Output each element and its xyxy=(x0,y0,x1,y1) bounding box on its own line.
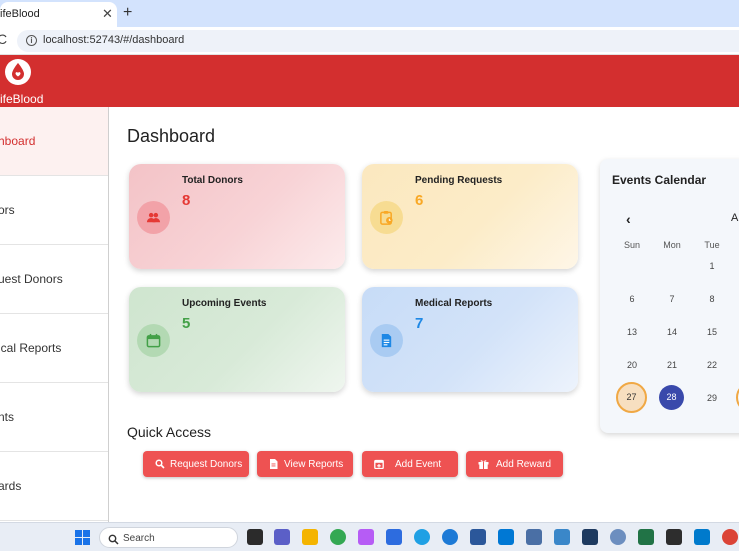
qbittorrent-icon[interactable] xyxy=(610,529,626,545)
app-brand-name: ifeBlood xyxy=(0,92,44,106)
calendar-day[interactable]: 20 xyxy=(617,360,647,370)
calendar-plus-icon xyxy=(374,459,384,472)
taskbar-search[interactable]: Search xyxy=(99,527,238,548)
weekday-header: Sun xyxy=(623,240,640,250)
calendar-day[interactable]: 15 xyxy=(697,327,727,337)
terminal-icon[interactable] xyxy=(666,529,682,545)
address-bar-row: C i localhost:52743/#/dashboard xyxy=(0,27,739,55)
word-icon[interactable] xyxy=(470,529,486,545)
clipboard-clock-icon xyxy=(370,201,403,234)
calendar-day-selected[interactable]: 27 xyxy=(616,382,647,413)
app-icon[interactable] xyxy=(582,529,598,545)
store-icon[interactable] xyxy=(386,529,402,545)
stat-card-total-donors[interactable]: Total Donors 8 xyxy=(129,164,345,269)
chevron-left-icon[interactable]: ‹ xyxy=(626,211,631,227)
request-donors-button[interactable]: Request Donors xyxy=(143,451,249,477)
stat-card-medical-reports[interactable]: Medical Reports 7 xyxy=(362,287,578,392)
sidebar-item-rewards[interactable]: ards xyxy=(0,452,108,521)
stat-card-value: 8 xyxy=(182,192,191,209)
photos-icon[interactable] xyxy=(554,529,570,545)
edge-icon[interactable] xyxy=(414,529,430,545)
excel-icon[interactable] xyxy=(638,529,654,545)
windows-start-icon[interactable] xyxy=(75,530,90,545)
stat-card-value: 5 xyxy=(182,315,191,332)
reload-icon[interactable]: C xyxy=(0,31,7,47)
sidebar-item-medical-reports[interactable]: ical Reports xyxy=(0,314,108,383)
sidebar-item-label: uest Donors xyxy=(0,272,63,286)
stat-card-label: Pending Requests xyxy=(415,175,503,186)
document-icon xyxy=(370,324,403,357)
stat-card-label: Total Donors xyxy=(182,175,243,186)
app-header: ifeBlood xyxy=(0,55,739,107)
calendar-month-label: Ap xyxy=(731,212,739,224)
calendar-title: Events Calendar xyxy=(612,173,707,187)
blood-drop-logo-icon xyxy=(5,59,31,85)
address-bar[interactable]: i localhost:52743/#/dashboard xyxy=(17,30,739,52)
chrome-active-icon[interactable] xyxy=(722,529,738,545)
stat-card-label: Upcoming Events xyxy=(182,298,267,309)
calendar-day[interactable]: 1 xyxy=(697,261,727,271)
weekday-header: Mon xyxy=(663,240,681,250)
stat-card-value: 6 xyxy=(415,192,424,209)
weekday-header: Tue xyxy=(704,240,720,250)
view-reports-button[interactable]: View Reports xyxy=(257,451,353,477)
browser-tab-title: ifeBlood xyxy=(0,8,40,20)
add-reward-label: Add Reward xyxy=(496,459,552,470)
teams-icon[interactable] xyxy=(274,529,290,545)
add-event-button[interactable]: Add Event xyxy=(362,451,458,477)
stat-card-upcoming-events[interactable]: Upcoming Events 5 xyxy=(129,287,345,392)
events-calendar: Events Calendar ‹ Ap Sun Mon Tue 1 6 7 8… xyxy=(600,159,739,433)
calendar-day[interactable]: 29 xyxy=(697,393,727,403)
calendar-day[interactable]: 6 xyxy=(617,294,647,304)
sidebar-item-request-donors[interactable]: uest Donors xyxy=(0,245,108,314)
calendar-day-today[interactable]: 28 xyxy=(659,385,684,410)
people-icon xyxy=(137,201,170,234)
chrome-icon[interactable] xyxy=(330,529,346,545)
stat-card-pending-requests[interactable]: Pending Requests 6 xyxy=(362,164,578,269)
url-text[interactable]: localhost:52743/#/dashboard xyxy=(43,34,184,46)
request-donors-label: Request Donors xyxy=(170,459,243,470)
gift-icon xyxy=(478,459,489,472)
new-tab-button[interactable]: + xyxy=(123,4,132,22)
copilot-icon[interactable] xyxy=(358,529,374,545)
calendar-day[interactable]: 13 xyxy=(617,327,647,337)
calendar-icon xyxy=(137,324,170,357)
vscode-icon[interactable] xyxy=(694,529,710,545)
sidebar-item-events[interactable]: nts xyxy=(0,383,108,452)
calendar-day[interactable]: 8 xyxy=(697,294,727,304)
sidebar-item-dashboard[interactable]: hboard xyxy=(0,107,108,176)
sidebar-item-label: ors xyxy=(0,203,15,217)
search-icon xyxy=(155,459,165,472)
site-info-icon[interactable]: i xyxy=(26,35,37,46)
sidebar-item-label: nts xyxy=(0,410,15,424)
stat-card-label: Medical Reports xyxy=(415,298,493,309)
stat-card-value: 7 xyxy=(415,315,424,332)
sidebar-item-label: hboard xyxy=(0,134,36,148)
calendar-day[interactable]: 21 xyxy=(657,360,687,370)
notepad-icon[interactable] xyxy=(526,529,542,545)
taskbar-search-placeholder: Search xyxy=(123,533,155,544)
quick-access-title: Quick Access xyxy=(127,424,212,440)
search-icon xyxy=(108,532,119,550)
sidebar-item-donors[interactable]: ors xyxy=(0,176,108,245)
sidebar: hboard ors uest Donors ical Reports nts … xyxy=(0,107,109,522)
calendar-day[interactable]: 22 xyxy=(697,360,727,370)
browser-tab-strip: ifeBlood ✕ + xyxy=(0,0,739,27)
windows-taskbar: Search xyxy=(0,522,739,551)
add-reward-button[interactable]: Add Reward xyxy=(466,451,563,477)
view-reports-label: View Reports xyxy=(284,459,344,470)
page-title: Dashboard xyxy=(127,126,216,146)
calendar-day[interactable]: 14 xyxy=(657,327,687,337)
defender-icon[interactable] xyxy=(498,529,514,545)
browser-tab[interactable]: ifeBlood ✕ xyxy=(0,2,117,27)
edge-dev-icon[interactable] xyxy=(442,529,458,545)
file-explorer-icon[interactable] xyxy=(302,529,318,545)
close-tab-icon[interactable]: ✕ xyxy=(102,6,113,22)
document-icon xyxy=(269,459,278,472)
sidebar-item-label: ical Reports xyxy=(0,341,62,355)
sidebar-item-label: ards xyxy=(0,479,22,493)
calendar-day[interactable]: 7 xyxy=(657,294,687,304)
task-view-icon[interactable] xyxy=(247,529,263,545)
add-event-label: Add Event xyxy=(395,459,442,470)
